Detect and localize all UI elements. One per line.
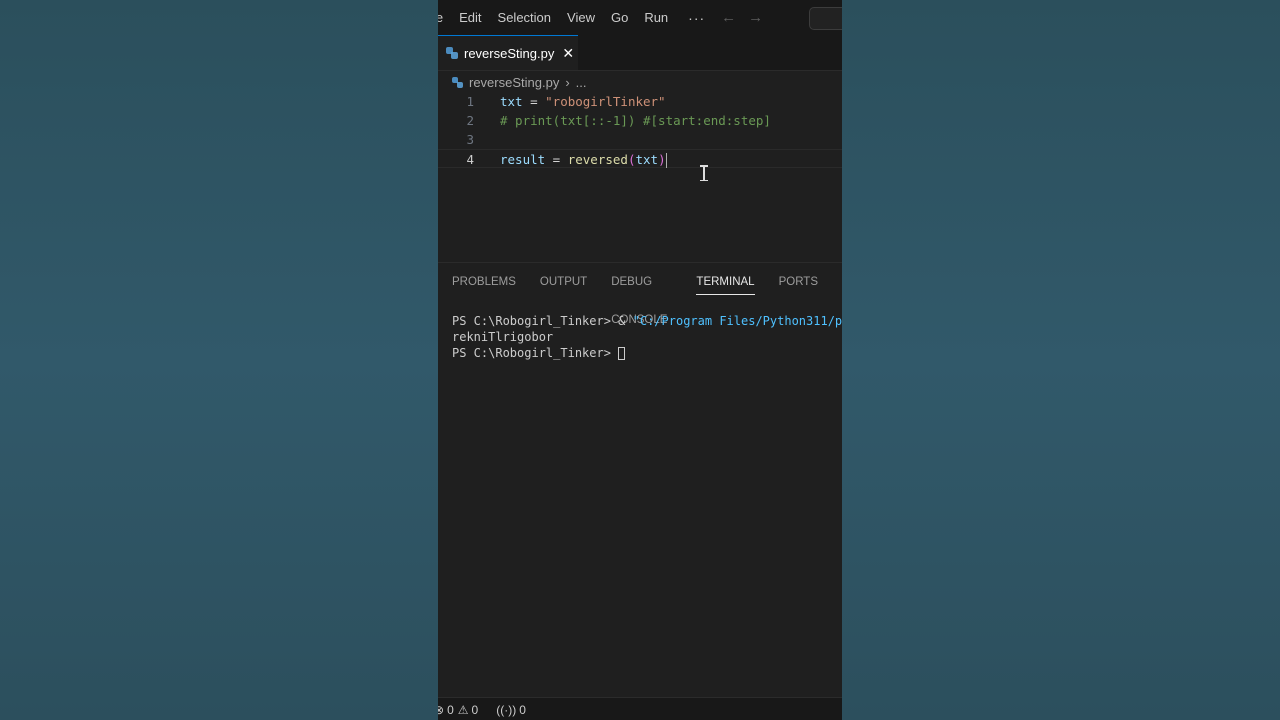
- command-center-search[interactable]: [809, 7, 842, 30]
- menu-go[interactable]: Go: [603, 10, 636, 25]
- token-function: reversed: [567, 152, 628, 167]
- terminal-output[interactable]: PS C:\Robogirl_Tinker> & "C:/Program Fil…: [452, 313, 842, 361]
- code-line-current[interactable]: 4 result = reversed(txt): [438, 149, 842, 168]
- menu-edit[interactable]: Edit: [451, 10, 489, 25]
- ibeam-cursor-icon: [700, 165, 708, 181]
- editor-tab-strip: reverseSting.py ✕: [438, 35, 842, 71]
- token-comment[interactable]: # print(txt[::-1]) #[start:end:step]: [500, 111, 771, 130]
- line-number: 2: [466, 113, 474, 128]
- code-line[interactable]: 2 # print(txt[::-1]) #[start:end:step]: [438, 111, 842, 130]
- menu-more-button[interactable]: ···: [676, 10, 715, 26]
- terminal-prompt: PS C:\Robogirl_Tinker>: [452, 314, 619, 328]
- tab-reversesting-py[interactable]: reverseSting.py ✕: [438, 35, 578, 70]
- warning-icon: ⚠: [457, 702, 469, 717]
- token-string: "robogirlTinker": [545, 94, 666, 109]
- token-operator: =: [522, 94, 546, 109]
- ports-status[interactable]: ((·)) 0: [496, 703, 526, 717]
- terminal-line: rekniTlrigobor: [452, 330, 554, 344]
- ports-count: 0: [519, 702, 526, 717]
- token-variable: result: [500, 152, 546, 167]
- token-variable: txt: [500, 94, 523, 109]
- arrow-right-icon[interactable]: →: [742, 9, 769, 26]
- close-icon[interactable]: ✕: [562, 45, 574, 62]
- python-icon: [452, 76, 463, 88]
- tab-terminal[interactable]: TERMINAL: [696, 263, 755, 301]
- terminal-prompt: PS C:\Robogirl_Tinker>: [452, 346, 619, 360]
- breadcrumb: reverseSting.py › ...: [452, 72, 587, 92]
- tab-label: reverseSting.py: [464, 45, 555, 61]
- menu-file[interactable]: le: [438, 10, 451, 25]
- code-editor[interactable]: 1 txt = "robogirlTinker" 2 # print(txt[:…: [438, 92, 842, 262]
- terminal-operator: &: [618, 314, 633, 328]
- text-cursor: [665, 153, 667, 168]
- token-variable: txt: [635, 152, 659, 167]
- token-paren: ): [658, 152, 666, 167]
- error-icon: ⊗: [438, 702, 445, 717]
- line-number: 3: [466, 132, 474, 147]
- broadcast-icon: ((·)): [496, 702, 517, 717]
- tab-debug-console[interactable]: DEBUG CONSOLE: [611, 263, 672, 326]
- error-count: 0: [447, 702, 454, 717]
- background-right: [842, 0, 1280, 720]
- code-text[interactable]: result = reversed(txt): [500, 150, 667, 169]
- chevron-right-icon: ›: [565, 74, 570, 90]
- line-number: 4: [466, 152, 474, 167]
- vscode-window: le Edit Selection View Go Run ··· ← → re…: [438, 0, 842, 720]
- terminal-string: "C:/Program Files/Python311/p: [632, 314, 842, 328]
- python-icon: [446, 47, 458, 59]
- warning-count: 0: [471, 702, 479, 717]
- code-line[interactable]: 3: [438, 130, 842, 149]
- problems-status[interactable]: ⊗ 0 ⚠ 0: [438, 703, 478, 717]
- code-text[interactable]: txt = "robogirlTinker": [500, 92, 666, 111]
- menu-run[interactable]: Run: [636, 10, 676, 25]
- arrow-left-icon[interactable]: ←: [715, 9, 742, 26]
- panel-tabs: PROBLEMS OUTPUT DEBUG CONSOLE TERMINAL P…: [452, 263, 842, 326]
- bottom-panel: PROBLEMS OUTPUT DEBUG CONSOLE TERMINAL P…: [438, 262, 842, 698]
- background-left: [0, 0, 438, 720]
- terminal-line: PS C:\Robogirl_Tinker> & "C:/Program Fil…: [452, 313, 842, 329]
- code-line[interactable]: 1 txt = "robogirlTinker": [438, 92, 842, 111]
- menu-view[interactable]: View: [559, 10, 603, 25]
- line-number: 1: [466, 94, 474, 109]
- token-operator: =: [545, 152, 568, 167]
- tab-problems[interactable]: PROBLEMS: [452, 263, 516, 301]
- menu-bar: le Edit Selection View Go Run ··· ← →: [438, 0, 842, 35]
- breadcrumb-more[interactable]: ...: [576, 75, 587, 90]
- tab-ports[interactable]: PORTS: [779, 263, 818, 301]
- breadcrumb-file[interactable]: reverseSting.py: [469, 75, 559, 90]
- terminal-cursor: [618, 347, 626, 360]
- status-bar: ⊗ 0 ⚠ 0 ((·)) 0: [438, 697, 842, 720]
- terminal-line: PS C:\Robogirl_Tinker>: [452, 345, 842, 361]
- menu-selection[interactable]: Selection: [490, 10, 559, 25]
- tab-output[interactable]: OUTPUT: [540, 263, 587, 301]
